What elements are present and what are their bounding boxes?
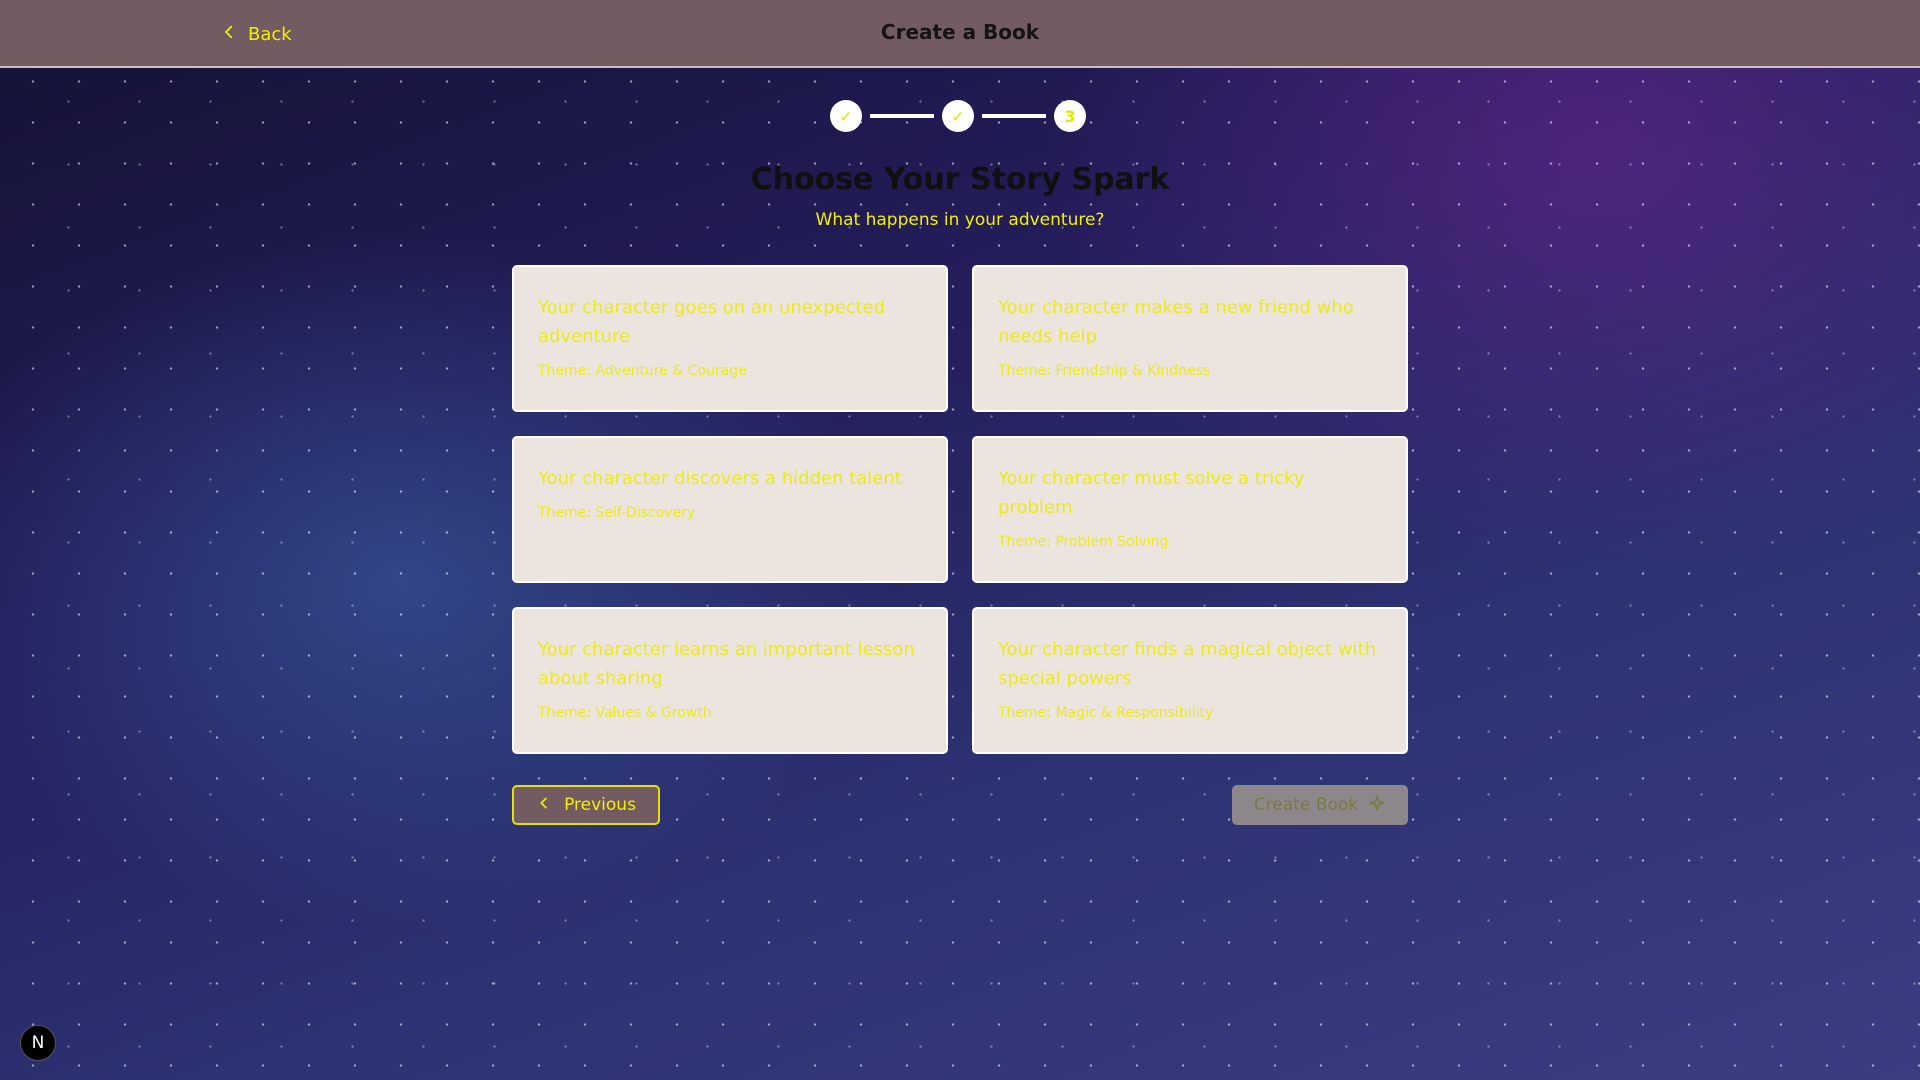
story-spark-grid: Your character goes on an unexpected adv… [512, 265, 1408, 754]
spark-text: Your character goes on an unexpected adv… [538, 297, 886, 347]
top-bar: Back Create a Book [0, 0, 1920, 68]
sparkle-icon [1368, 794, 1386, 817]
previous-label: Previous [564, 795, 636, 815]
spark-theme: Theme: Magic & Responsibility [998, 705, 1214, 721]
spark-theme: Theme: Self-Discovery [538, 505, 696, 521]
story-spark-card[interactable]: Your character finds a magical object wi… [972, 607, 1408, 754]
step-2-indicator: ✓ [942, 100, 974, 132]
spark-text: Your character discovers a hidden talent [538, 468, 902, 489]
spark-text: Your character must solve a tricky probl… [998, 468, 1305, 518]
step-connector [870, 114, 934, 118]
chevron-left-icon [536, 795, 552, 816]
spark-text: Your character makes a new friend who ne… [998, 297, 1354, 347]
page-title: Create a Book [880, 20, 1040, 44]
story-spark-card[interactable]: Your character makes a new friend who ne… [972, 265, 1408, 412]
section-subtitle: What happens in your adventure? [815, 210, 1105, 230]
section-title: Choose Your Story Spark [750, 162, 1170, 197]
step-1-indicator: ✓ [830, 100, 862, 132]
previous-button[interactable]: Previous [512, 785, 660, 825]
spark-theme: Theme: Values & Growth [538, 705, 712, 721]
spark-theme: Theme: Problem Solving [998, 534, 1169, 550]
create-book-button[interactable]: Create Book [1232, 785, 1408, 825]
spark-text: Your character learns an important lesso… [538, 639, 915, 689]
step-connector [982, 114, 1046, 118]
create-book-label: Create Book [1253, 795, 1359, 815]
story-spark-card[interactable]: Your character must solve a tricky probl… [972, 436, 1408, 583]
spark-theme: Theme: Friendship & Kindness [998, 363, 1211, 379]
spark-text: Your character finds a magical object wi… [998, 639, 1377, 689]
story-spark-card[interactable]: Your character discovers a hidden talent… [512, 436, 948, 583]
dev-tools-badge[interactable]: N [20, 1025, 56, 1061]
story-spark-card[interactable]: Your character goes on an unexpected adv… [512, 265, 948, 412]
step-3-indicator: 3 [1054, 100, 1086, 132]
story-spark-card[interactable]: Your character learns an important lesso… [512, 607, 948, 754]
spark-theme: Theme: Adventure & Courage [538, 363, 747, 379]
progress-stepper: ✓ ✓ 3 [830, 100, 1086, 132]
